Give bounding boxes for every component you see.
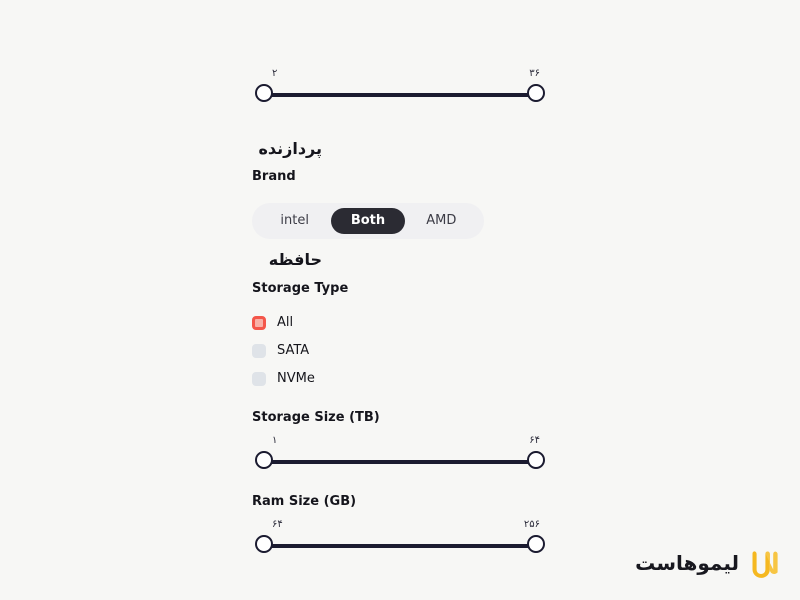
storage-size-slider-track: [266, 460, 534, 464]
storage-size-slider-thumb-min[interactable]: [255, 451, 273, 469]
storage-size-slider-min-label: ۱: [272, 435, 278, 446]
storage-type-option-all[interactable]: All: [252, 311, 552, 335]
cpu-core-slider-block: ۲ ۳۶: [252, 68, 552, 106]
processor-section: پردازنده Brand intel Both AMD: [252, 139, 552, 239]
storage-type-checkbox-group: All SATA NVMe: [252, 311, 552, 391]
processor-group-title: پردازنده: [258, 139, 322, 158]
storage-type-field-label: Storage Type: [252, 281, 349, 296]
storage-type-option-nvme[interactable]: NVMe: [252, 367, 552, 391]
brand-option-intel[interactable]: intel: [258, 208, 331, 234]
ram-size-field-label: Ram Size (GB): [252, 494, 357, 509]
ram-size-slider-min-label: ۶۴: [272, 519, 283, 530]
cpu-core-slider-thumb-min[interactable]: [255, 84, 273, 102]
memory-group-title: حافظه: [268, 250, 322, 269]
cpu-core-slider-track: [266, 93, 534, 97]
ram-size-slider-thumb-max[interactable]: [527, 535, 545, 553]
storage-size-slider-thumb-max[interactable]: [527, 451, 545, 469]
storage-size-slider-block: ۱ ۶۴: [252, 435, 548, 473]
storage-size-slider-rail[interactable]: [252, 451, 548, 473]
ram-size-slider-rail[interactable]: [252, 535, 548, 557]
storage-type-option-sata[interactable]: SATA: [252, 339, 552, 363]
storage-type-option-all-label: All: [277, 315, 294, 330]
ram-size-slider-block: ۶۴ ۲۵۶: [252, 519, 548, 557]
cpu-core-slider-scale: ۲ ۳۶: [252, 68, 548, 84]
ram-size-slider-scale: ۶۴ ۲۵۶: [252, 519, 548, 535]
checkbox-checked-icon[interactable]: [252, 316, 266, 330]
cpu-core-slider-min-label: ۲: [272, 68, 278, 79]
brand-field-label: Brand: [252, 169, 296, 184]
memory-section: حافظه Storage Type All SATA NVMe Storage…: [252, 250, 552, 557]
ram-size-slider-max-label: ۲۵۶: [523, 519, 540, 530]
brand-logo: لیموهاست: [635, 548, 778, 578]
checkbox-unchecked-icon[interactable]: [252, 344, 266, 358]
cpu-core-slider-thumb-max[interactable]: [527, 84, 545, 102]
storage-type-option-sata-label: SATA: [277, 343, 310, 358]
brand-option-amd[interactable]: AMD: [405, 208, 478, 234]
checkbox-unchecked-icon[interactable]: [252, 372, 266, 386]
storage-size-slider-max-label: ۶۴: [529, 435, 540, 446]
storage-type-option-nvme-label: NVMe: [277, 371, 315, 386]
ram-size-slider-track: [266, 544, 534, 548]
brand-option-both[interactable]: Both: [331, 208, 405, 234]
cpu-core-slider-rail[interactable]: [252, 84, 548, 106]
limoohost-w-mark-icon: [752, 551, 778, 578]
cpu-core-slider-max-label: ۳۶: [529, 68, 540, 79]
storage-size-field-label: Storage Size (TB): [252, 410, 380, 425]
storage-size-slider-scale: ۱ ۶۴: [252, 435, 548, 451]
brand-segmented-control[interactable]: intel Both AMD: [252, 203, 484, 239]
ram-size-slider-thumb-min[interactable]: [255, 535, 273, 553]
brand-logo-text: لیموهاست: [635, 551, 739, 575]
